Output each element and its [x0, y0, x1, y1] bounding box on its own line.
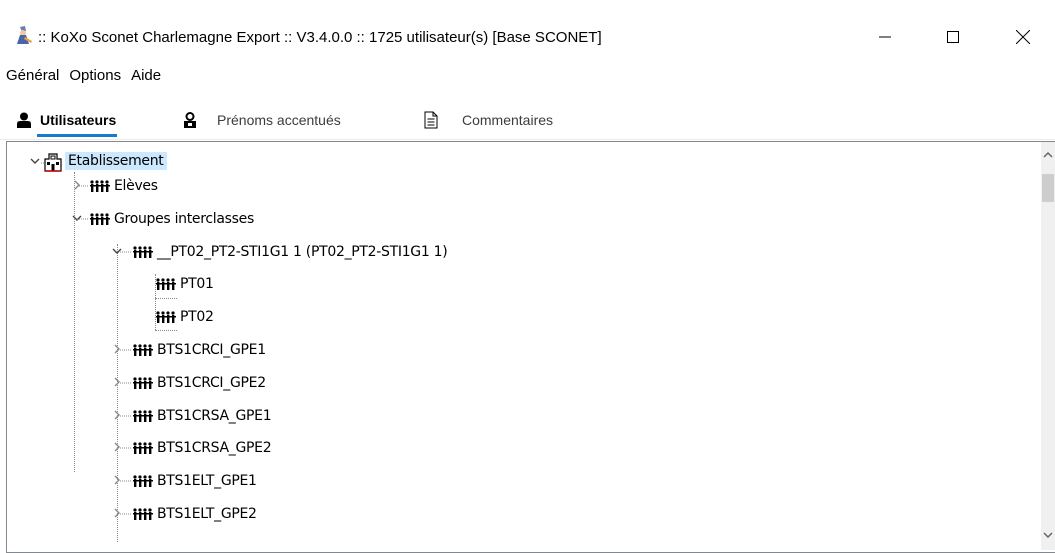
tree-content: Etablissement Elèves Groupes interclasses… — [7, 142, 1042, 552]
close-button[interactable] — [1000, 22, 1046, 52]
tree-node-root[interactable]: Etablissement — [41, 150, 167, 172]
tree-node-label: PT02 — [180, 309, 214, 326]
tree-node[interactable]: Elèves — [77, 175, 161, 197]
group-icon — [77, 213, 110, 225]
tree-node-label: BTS1CRCI_GPE2 — [157, 374, 266, 391]
user-lock-icon — [184, 112, 196, 128]
tree-node[interactable]: BTS1ELT_GPE2 — [120, 503, 260, 525]
document-icon — [424, 111, 438, 129]
menu-aide[interactable]: Aide — [126, 62, 166, 90]
maximize-button[interactable] — [930, 22, 976, 52]
tree-node-label: Groupes interclasses — [114, 210, 254, 227]
tab-label: Commentaires — [462, 112, 554, 128]
app-wizard-icon — [17, 26, 32, 44]
tab-utilisateurs[interactable]: Utilisateurs — [17, 105, 116, 135]
tree-node-label: __PT02_PT2-STI1G1 1 (PT02_PT2-STI1G1 1) — [157, 243, 448, 260]
tab-bar: Utilisateurs Prénoms accentués Commentai… — [0, 95, 1055, 140]
group-icon — [156, 311, 176, 324]
tree-connector — [155, 330, 177, 332]
group-icon — [120, 377, 153, 389]
scroll-thumb[interactable] — [1042, 174, 1054, 202]
tree-node-label: BTS1CRSA_GPE2 — [157, 440, 272, 457]
group-icon — [120, 344, 153, 356]
group-icon — [120, 245, 153, 258]
scroll-up-icon[interactable] — [1041, 148, 1055, 162]
tree-node[interactable]: BTS1CRCI_GPE1 — [120, 339, 269, 361]
scroll-down-icon[interactable] — [1041, 528, 1055, 542]
menu-bar: Général Options Aide — [0, 62, 1055, 90]
tree-node[interactable]: BTS1ELT_GPE1 — [120, 470, 260, 492]
tree-connector — [155, 298, 177, 300]
tree-node[interactable]: PT02 — [155, 306, 217, 328]
tree-node[interactable]: BTS1CRCI_GPE2 — [120, 372, 269, 394]
tab-prenoms-accentues[interactable]: Prénoms accentués — [183, 105, 341, 135]
tab-commentaires[interactable]: Commentaires — [424, 105, 553, 135]
menu-general[interactable]: Général — [0, 62, 64, 90]
building-icon — [41, 153, 62, 172]
tree-node-label: PT01 — [180, 276, 214, 293]
tree-node[interactable]: PT01 — [155, 273, 217, 295]
title-bar: :: KoXo Sconet Charlemagne Export :: V3.… — [0, 0, 1055, 60]
active-tab-indicator — [37, 134, 117, 137]
tree-node-label: Etablissement — [65, 152, 167, 170]
tree-connector — [117, 244, 119, 542]
tree-node-label: BTS1CRSA_GPE1 — [157, 407, 272, 424]
tree-node[interactable]: Groupes interclasses — [77, 208, 257, 230]
tree-node-label: Elèves — [114, 178, 158, 194]
tree-node-label: BTS1ELT_GPE2 — [157, 506, 257, 522]
minimize-button[interactable] — [862, 22, 908, 52]
group-icon — [77, 180, 110, 192]
group-icon — [120, 508, 153, 520]
chevron-down-icon[interactable] — [29, 155, 41, 167]
tree-node[interactable]: __PT02_PT2-STI1G1 1 (PT02_PT2-STI1G1 1) — [120, 241, 450, 263]
user-icon — [17, 112, 31, 128]
group-icon — [120, 442, 153, 455]
tree-node[interactable]: BTS1CRSA_GPE2 — [120, 437, 274, 459]
tree-node-label: BTS1ELT_GPE1 — [157, 473, 257, 490]
group-icon — [156, 278, 176, 291]
menu-options[interactable]: Options — [64, 62, 126, 90]
tree-view[interactable]: Etablissement Elèves Groupes interclasses… — [6, 141, 1055, 553]
close-icon — [1016, 30, 1030, 44]
minimize-icon — [879, 36, 891, 38]
group-icon — [120, 409, 153, 422]
tab-label: Prénoms accentués — [217, 112, 341, 128]
group-icon — [120, 475, 153, 488]
tab-label: Utilisateurs — [40, 112, 117, 128]
tree-node-label: BTS1CRCI_GPE1 — [157, 342, 266, 358]
tree-node[interactable]: BTS1CRSA_GPE1 — [120, 405, 274, 427]
window-title: :: KoXo Sconet Charlemagne Export :: V3.… — [38, 29, 602, 46]
maximize-icon — [947, 31, 959, 43]
vertical-scrollbar[interactable] — [1041, 142, 1055, 550]
